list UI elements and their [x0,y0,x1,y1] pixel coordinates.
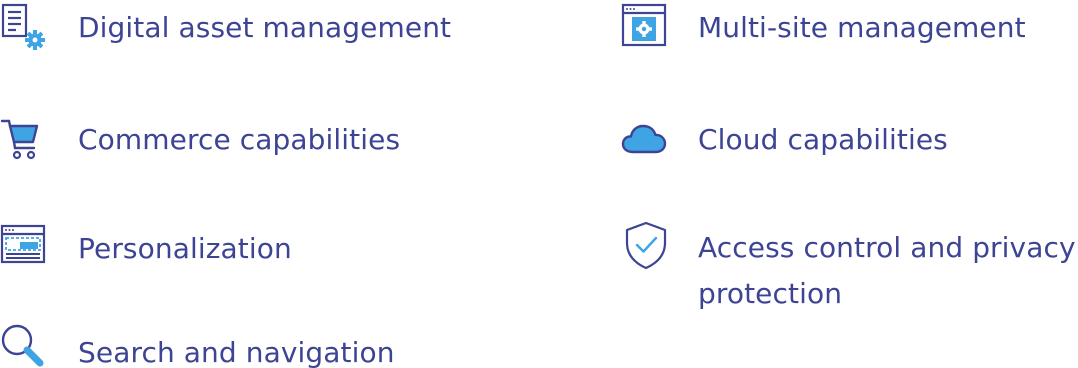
document-gear-icon [0,2,52,54]
feature-cloud-capabilities: Cloud capabilities [620,110,1078,166]
feature-label: Search and navigation [78,336,395,368]
feature-multi-site-management: Multi-site management [620,0,1078,56]
browser-layout-icon [0,223,52,275]
feature-label: Cloud capabilities [698,123,948,156]
feature-commerce-capabilities: Commerce capabilities [0,110,500,166]
feature-digital-asset-management: Digital asset management [0,0,500,56]
feature-access-control-and-privacy: Access control and privacy protection [620,219,1078,329]
feature-label: Multi-site management [698,11,1026,44]
shield-check-icon [620,220,672,272]
feature-search-and-navigation: Search and navigation [0,319,500,368]
browser-gear-icon [620,2,672,54]
search-icon [0,323,52,368]
feature-personalization: Personalization [0,219,500,275]
feature-label: Commerce capabilities [78,123,401,156]
feature-label: Access control and privacy protection [698,231,1076,310]
feature-label: Personalization [78,232,292,265]
feature-label: Digital asset management [78,11,452,44]
shopping-cart-icon [0,114,52,166]
cloud-icon [620,116,672,168]
